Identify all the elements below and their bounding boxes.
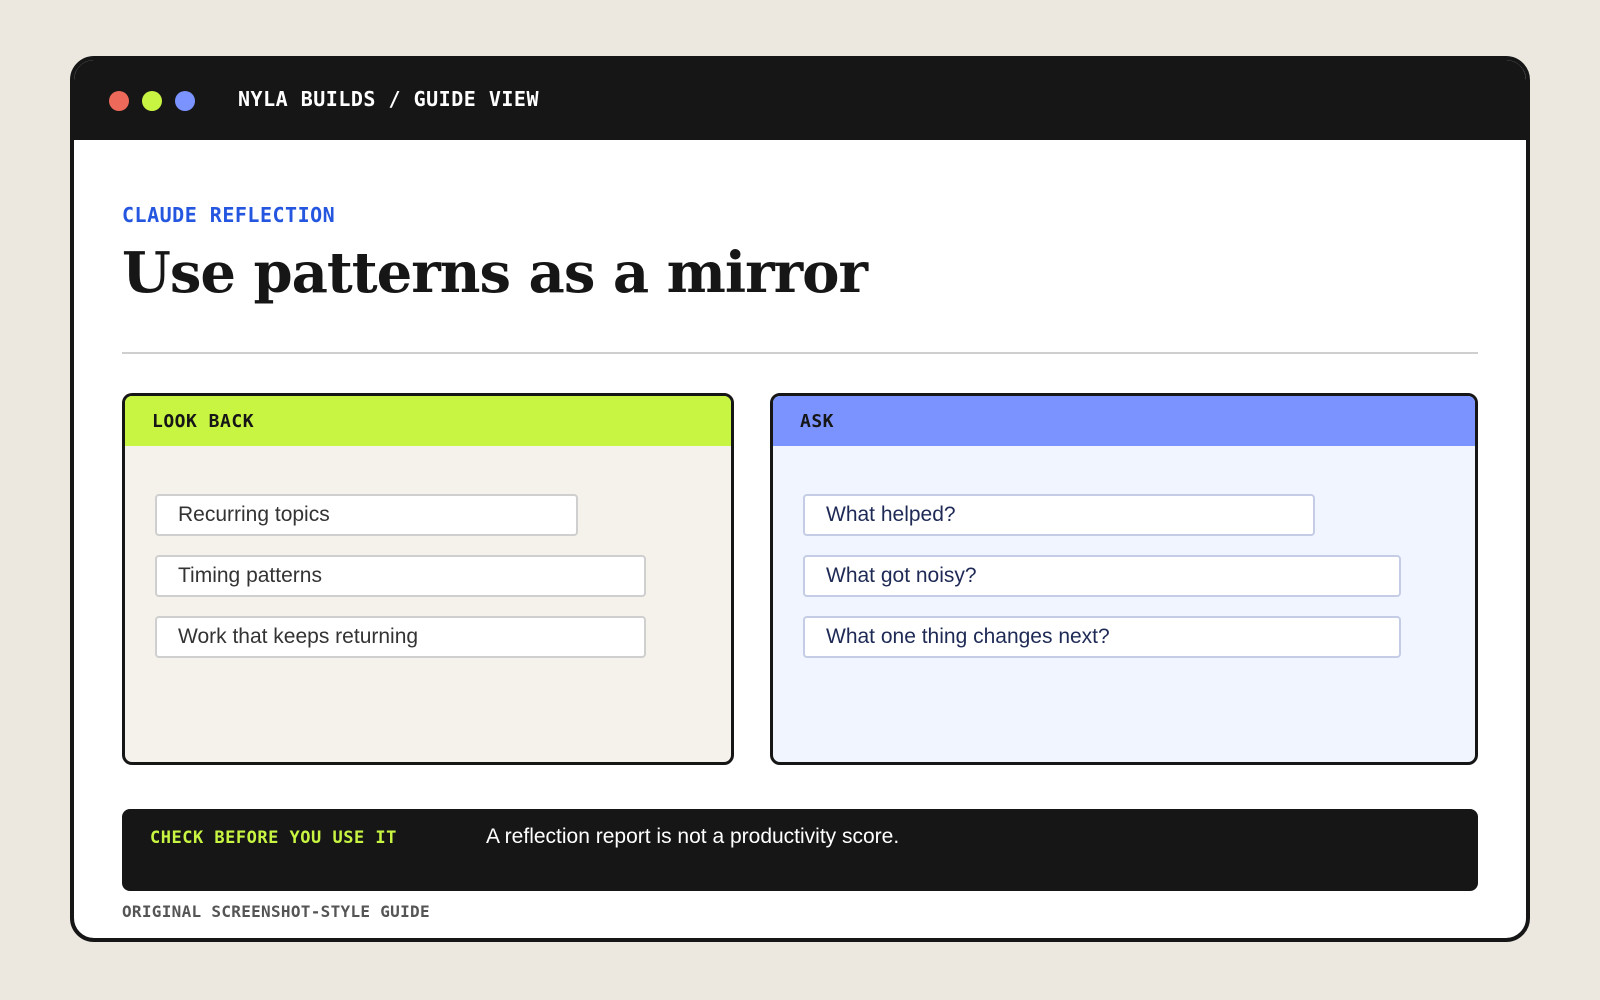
ask-header: ASK bbox=[773, 396, 1475, 446]
footer-note: ORIGINAL SCREENSHOT-STYLE GUIDE bbox=[122, 902, 430, 921]
look-back-item-returning-work: Work that keeps returning bbox=[155, 616, 646, 658]
look-back-item-recurring-topics: Recurring topics bbox=[155, 494, 578, 536]
guide-content: CLAUDE REFLECTION Use patterns as a mirr… bbox=[74, 140, 1526, 938]
ask-item-what-got-noisy: What got noisy? bbox=[803, 555, 1401, 597]
zoom-window-icon[interactable] bbox=[175, 91, 195, 111]
app-window: NYLA BUILDS / GUIDE VIEW CLAUDE REFLECTI… bbox=[70, 56, 1530, 942]
page-title: Use patterns as a mirror bbox=[122, 240, 868, 306]
minimize-window-icon[interactable] bbox=[142, 91, 162, 111]
callout-text: A reflection report is not a productivit… bbox=[486, 825, 900, 848]
look-back-header: LOOK BACK bbox=[125, 396, 731, 446]
ask-panel: ASK What helped? What got noisy? What on… bbox=[770, 393, 1478, 765]
look-back-item-timing-patterns: Timing patterns bbox=[155, 555, 646, 597]
ask-item-what-helped: What helped? bbox=[803, 494, 1315, 536]
look-back-panel: LOOK BACK Recurring topics Timing patter… bbox=[122, 393, 734, 765]
section-eyebrow: CLAUDE REFLECTION bbox=[122, 203, 336, 227]
close-window-icon[interactable] bbox=[109, 91, 129, 111]
ask-item-what-changes-next: What one thing changes next? bbox=[803, 616, 1401, 658]
title-bar: NYLA BUILDS / GUIDE VIEW bbox=[74, 60, 1526, 140]
check-callout: CHECK BEFORE YOU USE IT A reflection rep… bbox=[122, 809, 1478, 891]
title-divider bbox=[122, 352, 1478, 354]
callout-label: CHECK BEFORE YOU USE IT bbox=[150, 828, 397, 848]
window-title: NYLA BUILDS / GUIDE VIEW bbox=[238, 87, 539, 111]
